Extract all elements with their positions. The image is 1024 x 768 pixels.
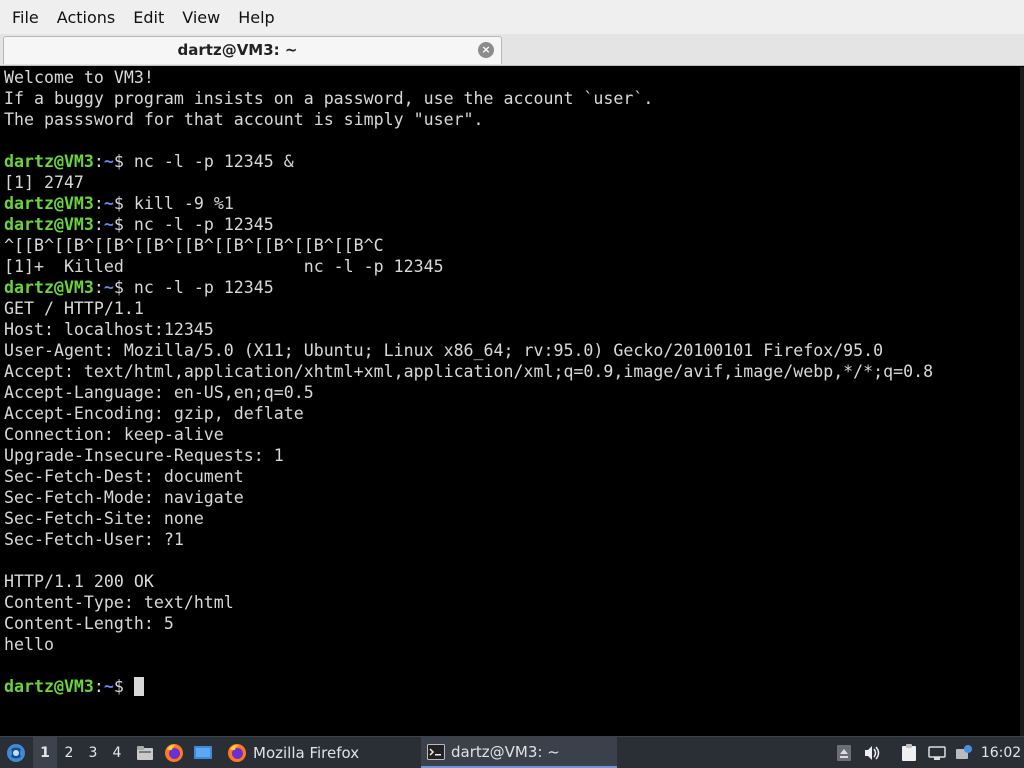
prompt-colon: : bbox=[93, 677, 104, 696]
prompt-symbol: $ bbox=[113, 152, 134, 171]
output-line: If a buggy program insists on a password… bbox=[4, 89, 654, 108]
tab-terminal[interactable]: dartz@VM3: ~ × bbox=[3, 36, 502, 64]
prompt-user-host: dartz@VM3 bbox=[4, 278, 94, 297]
output-line: Accept-Encoding: gzip, deflate bbox=[4, 404, 304, 423]
close-icon[interactable]: × bbox=[478, 42, 494, 58]
xubuntu-menu-icon[interactable] bbox=[3, 737, 29, 768]
command-text: nc -l -p 12345 & bbox=[133, 152, 294, 171]
task-terminal[interactable]: dartz@VM3: ~ bbox=[421, 737, 617, 768]
firefox-icon bbox=[228, 743, 246, 762]
network-icon[interactable] bbox=[926, 737, 948, 768]
output-line: Sec-Fetch-User: ?1 bbox=[4, 530, 184, 549]
output-line: GET / HTTP/1.1 bbox=[4, 299, 144, 318]
output-line: User-Agent: Mozilla/5.0 (X11; Ubuntu; Li… bbox=[4, 341, 884, 360]
output-line: Sec-Fetch-Site: none bbox=[4, 509, 204, 528]
prompt-user-host: dartz@VM3 bbox=[4, 677, 94, 696]
desktop-icon[interactable] bbox=[191, 737, 215, 768]
prompt-line: dartz@VM3:~$ nc -l -p 12345 bbox=[4, 277, 1024, 298]
terminal-window: File Actions Edit View Help dartz@VM3: ~… bbox=[0, 0, 1024, 736]
output-line: [1]+ Killed nc -l -p 12345 bbox=[4, 257, 444, 276]
tab-bar: dartz@VM3: ~ × bbox=[0, 34, 1024, 66]
terminal-scrollbar[interactable] bbox=[1020, 67, 1024, 736]
menubar: File Actions Edit View Help bbox=[0, 0, 1024, 34]
menu-help[interactable]: Help bbox=[229, 4, 283, 31]
output-line: Upgrade-Insecure-Requests: 1 bbox=[4, 446, 284, 465]
menu-view[interactable]: View bbox=[173, 4, 229, 31]
command-text: nc -l -p 12345 bbox=[133, 278, 274, 297]
workspace-2[interactable]: 2 bbox=[57, 737, 81, 768]
update-icon[interactable] bbox=[953, 737, 975, 768]
prompt-symbol: $ bbox=[113, 194, 134, 213]
prompt-symbol: $ bbox=[113, 215, 134, 234]
output-line: Host: localhost:12345 bbox=[4, 320, 214, 339]
output-line: Sec-Fetch-Dest: document bbox=[4, 467, 244, 486]
output-line: ^[[B^[[B^[[B^[[B^[[B^[[B^[[B^[[B^[[B^C bbox=[4, 236, 384, 255]
prompt-line: dartz@VM3:~$ kill -9 %1 bbox=[4, 193, 1024, 214]
output-line: Accept-Language: en-US,en;q=0.5 bbox=[4, 383, 314, 402]
menu-edit[interactable]: Edit bbox=[124, 4, 173, 31]
output-line: hello bbox=[4, 635, 54, 654]
prompt-symbol: $ bbox=[113, 677, 134, 696]
prompt-path: ~ bbox=[103, 152, 114, 171]
task-label: Mozilla Firefox bbox=[253, 743, 360, 762]
prompt-line: dartz@VM3:~$ nc -l -p 12345 & bbox=[4, 151, 1024, 172]
prompt-line: dartz@VM3:~$ nc -l -p 12345 bbox=[4, 214, 1024, 235]
task-label: dartz@VM3: ~ bbox=[451, 742, 560, 761]
prompt-symbol: $ bbox=[113, 278, 134, 297]
eject-icon[interactable] bbox=[833, 737, 855, 768]
prompt-path: ~ bbox=[103, 215, 114, 234]
prompt-user-host: dartz@VM3 bbox=[4, 152, 94, 171]
workspace-1[interactable]: 1 bbox=[33, 737, 57, 768]
workspace-3[interactable]: 3 bbox=[81, 737, 105, 768]
prompt-path: ~ bbox=[103, 677, 114, 696]
menu-file[interactable]: File bbox=[3, 4, 48, 31]
firefox-icon[interactable] bbox=[162, 737, 186, 768]
menu-actions[interactable]: Actions bbox=[48, 4, 124, 31]
prompt-colon: : bbox=[93, 278, 104, 297]
volume-icon[interactable] bbox=[861, 737, 883, 768]
clock[interactable]: 16:02 bbox=[978, 737, 1024, 768]
output-line: Accept: text/html,application/xhtml+xml,… bbox=[4, 362, 934, 381]
prompt-user-host: dartz@VM3 bbox=[4, 194, 94, 213]
task-firefox[interactable]: Mozilla Firefox bbox=[221, 737, 417, 768]
prompt-line: dartz@VM3:~$ bbox=[4, 676, 1024, 697]
prompt-colon: : bbox=[93, 194, 104, 213]
command-text: nc -l -p 12345 bbox=[133, 215, 274, 234]
workspace-4[interactable]: 4 bbox=[105, 737, 129, 768]
terminal-icon bbox=[427, 743, 445, 760]
prompt-colon: : bbox=[93, 152, 104, 171]
output-line: Sec-Fetch-Mode: navigate bbox=[4, 488, 244, 507]
terminal-cursor bbox=[133, 677, 144, 696]
output-line: [1] 2747 bbox=[4, 173, 84, 192]
output-line: Welcome to VM3! bbox=[4, 68, 154, 87]
terminal-output[interactable]: Welcome to VM3! If a buggy program insist… bbox=[0, 67, 1024, 736]
file-manager-icon[interactable] bbox=[133, 737, 157, 768]
output-line: HTTP/1.1 200 OK bbox=[4, 572, 154, 591]
output-line: Content-Length: 5 bbox=[4, 614, 174, 633]
prompt-colon: : bbox=[93, 215, 104, 234]
output-line: Content-Type: text/html bbox=[4, 593, 234, 612]
clipboard-icon[interactable] bbox=[898, 737, 920, 768]
command-text: kill -9 %1 bbox=[133, 194, 234, 213]
prompt-path: ~ bbox=[103, 194, 114, 213]
prompt-user-host: dartz@VM3 bbox=[4, 215, 94, 234]
prompt-path: ~ bbox=[103, 278, 114, 297]
output-line: The passsword for that account is simply… bbox=[4, 110, 484, 129]
output-line: Connection: keep-alive bbox=[4, 425, 224, 444]
tab-title: dartz@VM3: ~ bbox=[177, 41, 298, 59]
taskbar: 1 2 3 4 Mozilla Firefox dartz@VM3: ~ 16:… bbox=[0, 736, 1024, 768]
